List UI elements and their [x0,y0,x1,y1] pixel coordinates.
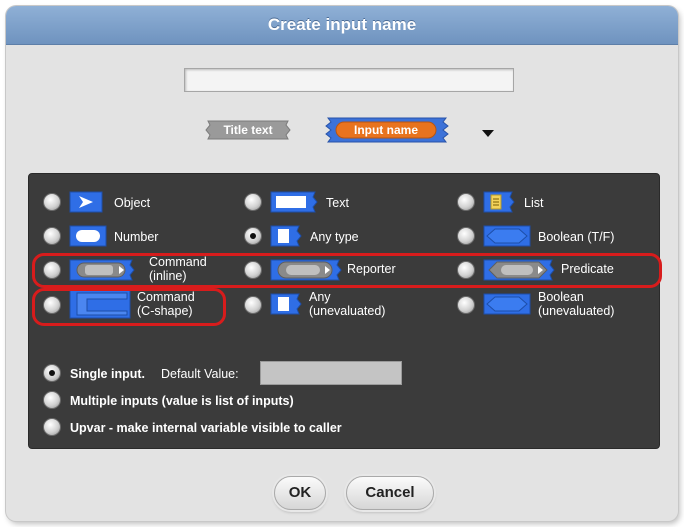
input-name-option[interactable]: Input name [324,117,450,143]
type-label-boolean: Boolean (T/F) [538,230,615,244]
radio-object[interactable] [43,193,61,211]
radio-list[interactable] [457,193,475,211]
type-label-any-unevaluated-2: (unevaluated) [309,304,386,318]
number-slot-icon [69,225,107,247]
title-text-option[interactable]: Title text [204,119,292,141]
create-input-name-dialog: Create input name Title text Input name … [6,6,678,521]
radio-any-type[interactable] [244,227,262,245]
default-value-label: Default Value: [161,367,239,381]
object-slot-icon [69,191,103,213]
title-text-label: Title text [223,123,272,137]
radio-number[interactable] [43,227,61,245]
type-label-boolean-unevaluated-2: (unevaluated) [538,304,615,318]
boolean-slot-icon [483,225,531,247]
ok-button[interactable]: OK [274,476,326,510]
list-slot-icon [483,191,515,213]
type-label-text: Text [326,196,349,210]
single-input-label: Single input. [70,367,145,381]
radio-any-unevaluated[interactable] [244,296,262,314]
radio-upvar[interactable] [43,418,61,436]
input-name-label: Input name [354,123,418,137]
chevron-down-icon[interactable] [482,130,494,137]
radio-boolean-unevaluated[interactable] [457,296,475,314]
any-unevaluated-slot-icon [270,293,302,315]
input-name-field[interactable] [184,68,514,92]
type-label-object: Object [114,196,151,210]
cancel-button[interactable]: Cancel [346,476,434,510]
type-label-number: Number [114,230,159,244]
boolean-unevaluated-slot-icon [483,293,531,315]
any-type-slot-icon [270,225,302,247]
type-label-any-unevaluated-1: Any [309,290,331,304]
type-label-any-type: Any type [310,230,359,244]
type-label-list: List [524,196,544,210]
radio-boolean[interactable] [457,227,475,245]
highlight-slot-row [32,253,662,288]
type-label-boolean-unevaluated-1: Boolean [538,290,584,304]
radio-text[interactable] [244,193,262,211]
multiple-inputs-label: Multiple inputs (value is list of inputs… [70,394,294,408]
radio-single-input[interactable] [43,364,61,382]
default-value-field[interactable] [260,361,402,385]
upvar-label: Upvar - make internal variable visible t… [70,421,342,435]
text-slot-icon [270,191,318,213]
dialog-title-bar[interactable]: Create input name [6,6,678,45]
highlight-command-cshape [32,288,226,326]
radio-multiple-inputs[interactable] [43,391,61,409]
dialog-title: Create input name [267,15,417,34]
